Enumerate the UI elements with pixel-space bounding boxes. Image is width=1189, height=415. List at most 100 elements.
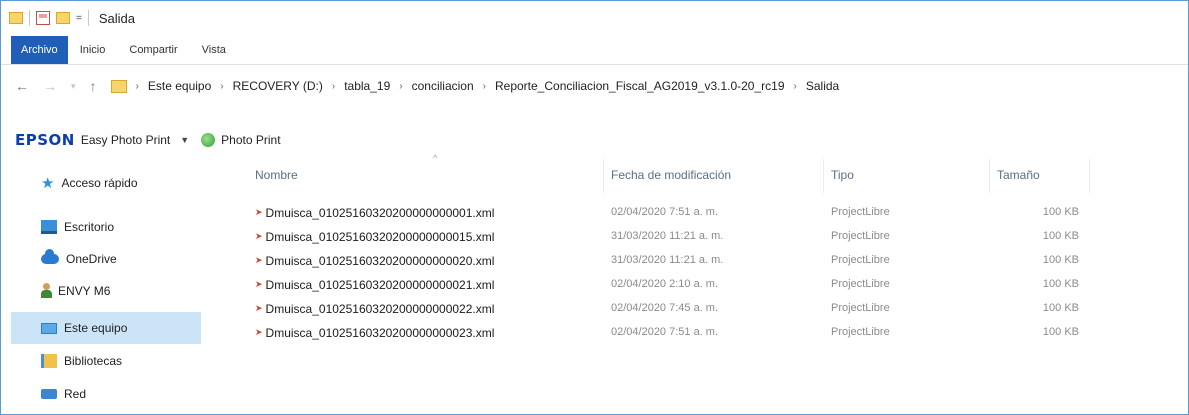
file-date: 02/04/2020 7:45 a. m. bbox=[611, 302, 719, 314]
file-date: 31/03/2020 11:21 a. m. bbox=[611, 230, 724, 242]
table-row[interactable]: ➤ Dmuisca_01025160320200000000022.xml 02/… bbox=[233, 299, 1189, 321]
properties-icon[interactable] bbox=[36, 11, 50, 25]
column-divider[interactable] bbox=[823, 159, 824, 193]
address-bar[interactable]: › Este equipo › RECOVERY (D:) › tabla_19… bbox=[110, 73, 839, 99]
window-title: Salida bbox=[98, 10, 135, 26]
photo-print-icon bbox=[201, 133, 216, 147]
sidebar-item-envy-m6[interactable]: ENVY M6 bbox=[1, 275, 231, 307]
file-name: Dmuisca_01025160320200000000001.xml bbox=[265, 206, 495, 220]
tab-compartir[interactable]: Compartir bbox=[117, 38, 189, 62]
file-size: 100 KB bbox=[1042, 206, 1079, 218]
ms-project-file-icon: ➤ bbox=[255, 304, 262, 314]
chevron-right-icon[interactable]: › bbox=[483, 81, 486, 92]
column-divider[interactable] bbox=[989, 159, 990, 193]
navigation-bar: ← → ▾ ↑ › Este equipo › RECOVERY (D:) › … bbox=[1, 65, 1188, 107]
file-date: 02/04/2020 7:51 a. m. bbox=[611, 206, 719, 218]
ms-project-file-icon: ➤ bbox=[255, 232, 262, 242]
divider bbox=[29, 10, 30, 26]
column-header-name[interactable]: Nombre bbox=[255, 168, 298, 182]
file-type: ProjectLibre bbox=[831, 326, 890, 338]
ms-project-file-icon: ➤ bbox=[255, 256, 262, 266]
breadcrumb-item[interactable]: Este equipo bbox=[148, 79, 211, 93]
sidebar-item-acceso-rapido[interactable]: ★ Acceso rápido bbox=[1, 167, 231, 199]
file-type: ProjectLibre bbox=[831, 206, 890, 218]
file-size: 100 KB bbox=[1042, 326, 1079, 338]
photo-print-button[interactable]: Photo Print bbox=[221, 133, 280, 147]
table-row[interactable]: ➤ Dmuisca_01025160320200000000023.xml 02/… bbox=[233, 323, 1189, 345]
user-icon bbox=[41, 283, 52, 299]
file-name-cell[interactable]: ➤ Dmuisca_01025160320200000000021.xml bbox=[255, 278, 494, 292]
epson-logo: EPSON bbox=[15, 131, 75, 149]
new-folder-icon[interactable] bbox=[56, 12, 70, 24]
network-icon bbox=[41, 389, 57, 399]
file-list: ^ Nombre Fecha de modificación Tipo Tama… bbox=[233, 153, 1189, 415]
file-size: 100 KB bbox=[1042, 254, 1079, 266]
breadcrumb-item[interactable]: tabla_19 bbox=[344, 79, 390, 93]
file-name: Dmuisca_01025160320200000000022.xml bbox=[265, 302, 495, 316]
sidebar-item-escritorio[interactable]: Escritorio bbox=[1, 211, 231, 243]
recent-locations-button[interactable]: ▾ bbox=[71, 81, 76, 92]
sidebar-item-red[interactable]: Red bbox=[1, 378, 231, 410]
sort-ascending-icon: ^ bbox=[433, 153, 438, 163]
sidebar-item-label: OneDrive bbox=[66, 252, 117, 266]
tab-vista[interactable]: Vista bbox=[190, 38, 238, 62]
breadcrumb-item[interactable]: Salida bbox=[806, 79, 839, 93]
breadcrumb-item[interactable]: RECOVERY (D:) bbox=[233, 79, 323, 93]
sidebar-item-bibliotecas[interactable]: Bibliotecas bbox=[1, 345, 231, 377]
back-button[interactable]: ← bbox=[15, 78, 29, 94]
file-type: ProjectLibre bbox=[831, 254, 890, 266]
chevron-right-icon[interactable]: › bbox=[794, 81, 797, 92]
chevron-right-icon[interactable]: › bbox=[332, 81, 335, 92]
sidebar-item-label: Escritorio bbox=[64, 220, 115, 234]
tab-inicio[interactable]: Inicio bbox=[68, 38, 118, 62]
file-name-cell[interactable]: ➤ Dmuisca_01025160320200000000020.xml bbox=[255, 254, 494, 268]
sidebar-item-este-equipo[interactable]: Este equipo bbox=[11, 312, 201, 344]
star-icon: ★ bbox=[41, 174, 55, 192]
computer-icon bbox=[41, 322, 57, 334]
table-row[interactable]: ➤ Dmuisca_01025160320200000000020.xml 31/… bbox=[233, 251, 1189, 273]
file-name: Dmuisca_01025160320200000000023.xml bbox=[265, 326, 495, 340]
sidebar-item-label: Este equipo bbox=[64, 321, 128, 335]
navigation-pane: ★ Acceso rápido Escritorio OneDrive ENVY… bbox=[1, 159, 233, 415]
chevron-right-icon[interactable]: › bbox=[220, 81, 223, 92]
cloud-icon bbox=[41, 249, 59, 264]
breadcrumb-item[interactable]: conciliacion bbox=[412, 79, 474, 93]
chevron-down-icon[interactable]: ▼ bbox=[180, 135, 189, 145]
folder-icon bbox=[110, 79, 127, 93]
breadcrumb-item[interactable]: Reporte_Conciliacion_Fiscal_AG2019_v3.1.… bbox=[495, 79, 785, 93]
folder-icon bbox=[9, 12, 23, 24]
table-row[interactable]: ➤ Dmuisca_01025160320200000000001.xml 02/… bbox=[233, 203, 1189, 225]
column-headers: ^ Nombre Fecha de modificación Tipo Tama… bbox=[233, 153, 1189, 193]
customize-toolbar-button[interactable]: = bbox=[76, 13, 82, 24]
file-name: Dmuisca_01025160320200000000020.xml bbox=[265, 254, 495, 268]
chevron-right-icon[interactable]: › bbox=[399, 81, 402, 92]
table-row[interactable]: ➤ Dmuisca_01025160320200000000021.xml 02/… bbox=[233, 275, 1189, 297]
file-name-cell[interactable]: ➤ Dmuisca_01025160320200000000001.xml bbox=[255, 206, 494, 220]
sidebar-item-onedrive[interactable]: OneDrive bbox=[1, 243, 231, 275]
desktop-icon bbox=[41, 220, 57, 234]
ribbon-tabs: Archivo Inicio Compartir Vista bbox=[1, 35, 1188, 65]
epson-toolbar: EPSON Easy Photo Print ▼ Photo Print bbox=[1, 121, 561, 159]
column-divider[interactable] bbox=[603, 159, 604, 193]
table-row[interactable]: ➤ Dmuisca_01025160320200000000015.xml 31/… bbox=[233, 227, 1189, 249]
chevron-right-icon[interactable]: › bbox=[136, 81, 139, 92]
file-name-cell[interactable]: ➤ Dmuisca_01025160320200000000023.xml bbox=[255, 326, 494, 340]
sidebar-item-label: Bibliotecas bbox=[64, 354, 123, 368]
ms-project-file-icon: ➤ bbox=[255, 328, 262, 338]
file-name-cell[interactable]: ➤ Dmuisca_01025160320200000000022.xml bbox=[255, 302, 494, 316]
up-button[interactable]: ↑ bbox=[90, 78, 97, 94]
easy-photo-print-button[interactable]: Easy Photo Print bbox=[81, 133, 170, 147]
sidebar-item-label: Red bbox=[64, 387, 87, 401]
file-size: 100 KB bbox=[1042, 278, 1079, 290]
column-header-date[interactable]: Fecha de modificación bbox=[611, 168, 731, 182]
column-header-size[interactable]: Tamaño bbox=[997, 168, 1040, 182]
file-date: 02/04/2020 2:10 a. m. bbox=[611, 278, 719, 290]
file-explorer-window: = Salida Archivo Inicio Compartir Vista … bbox=[0, 0, 1189, 415]
tab-archivo[interactable]: Archivo bbox=[11, 35, 68, 64]
column-divider[interactable] bbox=[1089, 159, 1090, 193]
ms-project-file-icon: ➤ bbox=[255, 208, 262, 218]
file-name-cell[interactable]: ➤ Dmuisca_01025160320200000000015.xml bbox=[255, 230, 494, 244]
forward-button[interactable]: → bbox=[43, 78, 57, 94]
column-header-type[interactable]: Tipo bbox=[831, 168, 854, 182]
title-bar: = Salida bbox=[1, 1, 1188, 35]
